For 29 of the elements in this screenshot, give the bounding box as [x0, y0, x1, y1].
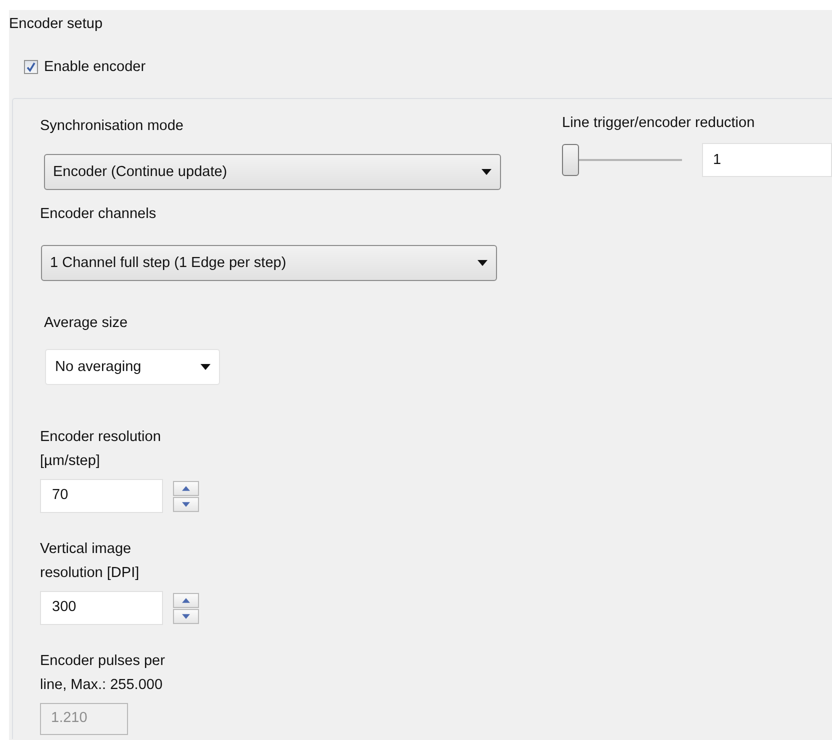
spin-down-button[interactable] [173, 496, 199, 512]
down-arrow-icon [182, 614, 190, 618]
input-field[interactable]: 300 [40, 591, 163, 625]
input-field: 1.210 [40, 703, 128, 735]
checkbox-label: Enable encoder [44, 59, 146, 75]
slider-thumb[interactable] [562, 144, 579, 176]
input-field[interactable]: 1 [702, 143, 832, 177]
spin-up-button[interactable] [173, 592, 199, 608]
dropdown-label: Synchronisation mode [40, 117, 184, 136]
spin-up-button[interactable] [173, 480, 199, 496]
dropdown[interactable]: Encoder (Continue update) [44, 154, 501, 190]
caret-icon [481, 169, 492, 175]
field-label: Vertical image resolution [DPI] [40, 540, 140, 583]
up-arrow-icon [182, 598, 190, 602]
slider-label: Line trigger/encoder reduction [562, 114, 756, 133]
spin-down-button[interactable] [173, 608, 199, 624]
caret-icon [477, 260, 488, 266]
dropdown[interactable]: 1 Channel full step (1 Edge per step) [41, 245, 497, 281]
dropdown-label: Average size [44, 314, 128, 333]
field-label: Encoder resolution [µm/step] [40, 428, 162, 471]
input-field[interactable]: 70 [40, 479, 163, 513]
group-title: Encoder setup [9, 15, 104, 34]
field-label: Encoder pulses per line, Max.: 255.000 [40, 652, 166, 695]
checkbox[interactable] [24, 60, 38, 74]
down-arrow-icon [182, 502, 190, 506]
dropdown[interactable]: No averaging [45, 349, 220, 385]
dropdown-label: Encoder channels [40, 205, 156, 224]
caret-icon [200, 364, 211, 370]
up-arrow-icon [182, 486, 190, 490]
